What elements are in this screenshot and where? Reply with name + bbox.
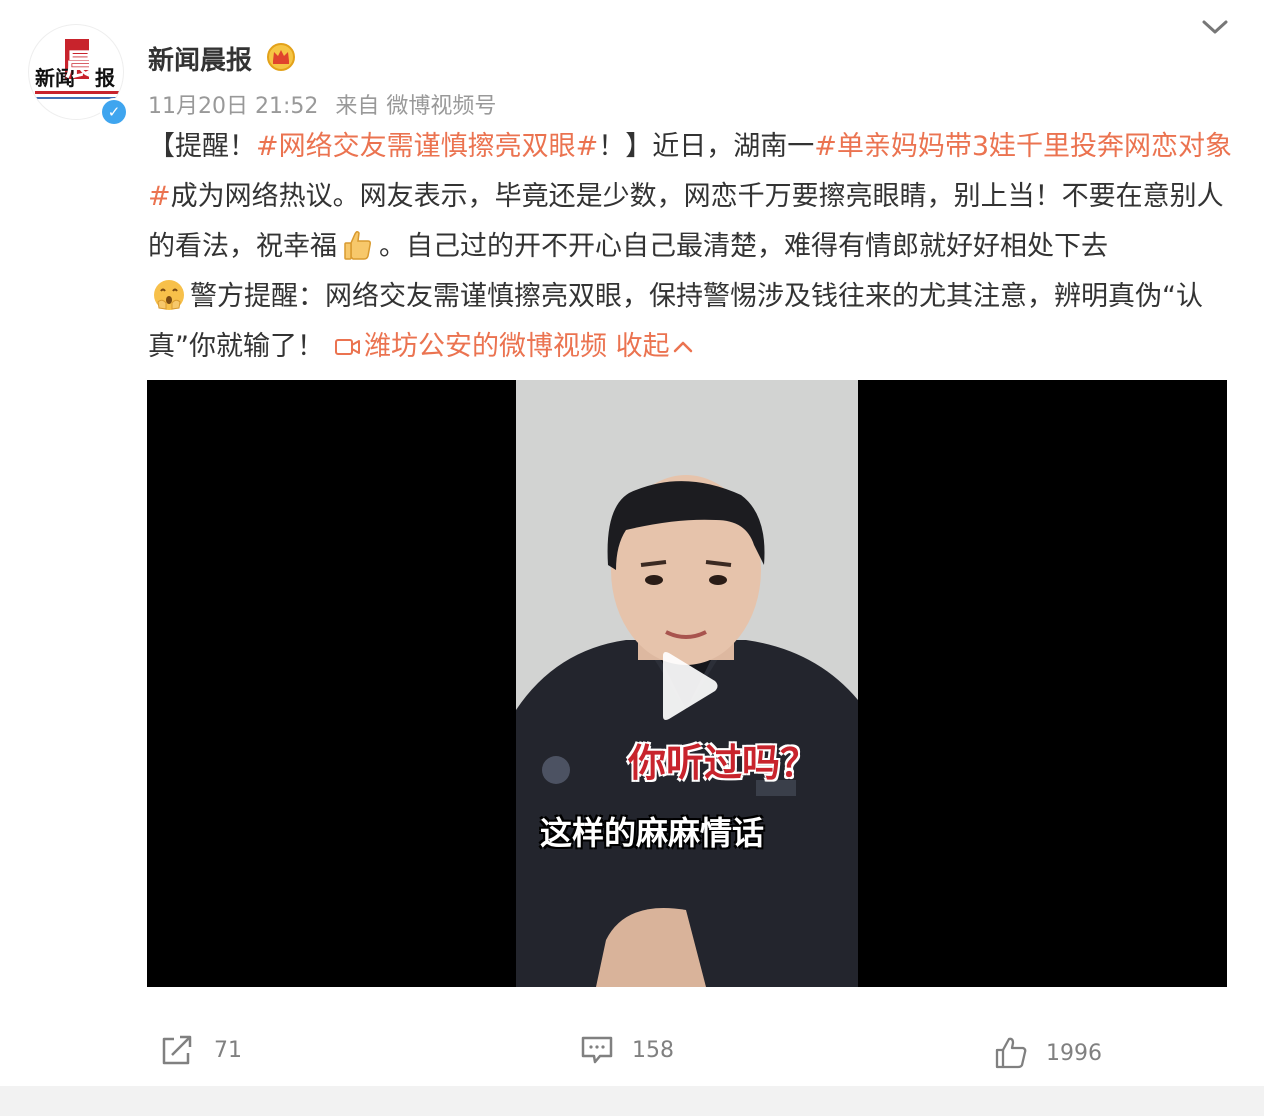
hashtag-link-1[interactable]: #网络交友需谨慎擦亮双眼# — [256, 131, 598, 162]
post-source: 来自 微博视频号 — [335, 94, 497, 119]
username[interactable]: 新闻晨报 — [148, 40, 252, 77]
weibo-post-card: 新闻 晨 报 ✓ 新闻晨报 11月20日 21:52 来自 微博视频号 【提醒！… — [0, 0, 1264, 1086]
post-content: 【提醒！#网络交友需谨慎擦亮双眼#！】近日，湖南一#单亲妈妈带3娃千里投奔网恋对… — [148, 122, 1238, 372]
collapse-button[interactable]: 收起 — [616, 331, 694, 362]
repost-icon — [162, 1035, 192, 1065]
post-meta: 11月20日 21:52 来自 微博视频号 — [148, 88, 506, 120]
video-subtitle-white: 这样的麻麻情话 — [540, 814, 765, 852]
like-count: 1996 — [1046, 1040, 1102, 1066]
video-link[interactable]: 潍坊公安的微博视频 — [324, 331, 607, 362]
svg-text:晨: 晨 — [65, 48, 96, 83]
video-subtitle-red: 你听过吗？ — [628, 741, 819, 785]
hush-emoji — [154, 280, 184, 310]
crown-icon[interactable] — [266, 42, 296, 72]
svg-text:报: 报 — [95, 66, 115, 90]
comment-icon — [581, 1036, 613, 1064]
repost-count: 71 — [214, 1037, 242, 1063]
comment-button[interactable]: 158 — [580, 1030, 674, 1070]
collapse-label: 收起 — [615, 331, 670, 362]
chevron-down-icon[interactable] — [1200, 16, 1230, 38]
video-link-label: 潍坊公安的微博视频 — [364, 331, 607, 362]
comment-count: 158 — [632, 1037, 674, 1063]
verified-icon: ✓ — [100, 98, 128, 126]
video-icon — [335, 339, 360, 355]
content-text-2: ！】近日，湖南一 — [598, 131, 815, 162]
chevron-up-icon — [673, 341, 692, 353]
action-bar: 71 158 1996 — [0, 1020, 1264, 1080]
like-icon — [995, 1037, 1027, 1069]
play-icon[interactable] — [657, 650, 721, 722]
post-time[interactable]: 11月20日 21:52 — [148, 94, 318, 119]
like-button[interactable]: 1996 — [994, 1033, 1102, 1073]
content-text-4: 。自己过的开不开心自己最清楚，难得有情郎就好好相处下去 — [379, 231, 1108, 262]
video-player[interactable]: 你听过吗？ 这样的麻麻情话 — [147, 380, 1227, 987]
content-text-1: 【提醒！ — [148, 131, 256, 162]
repost-button[interactable]: 71 — [160, 1030, 242, 1070]
thumbs-up-emoji — [344, 230, 371, 260]
